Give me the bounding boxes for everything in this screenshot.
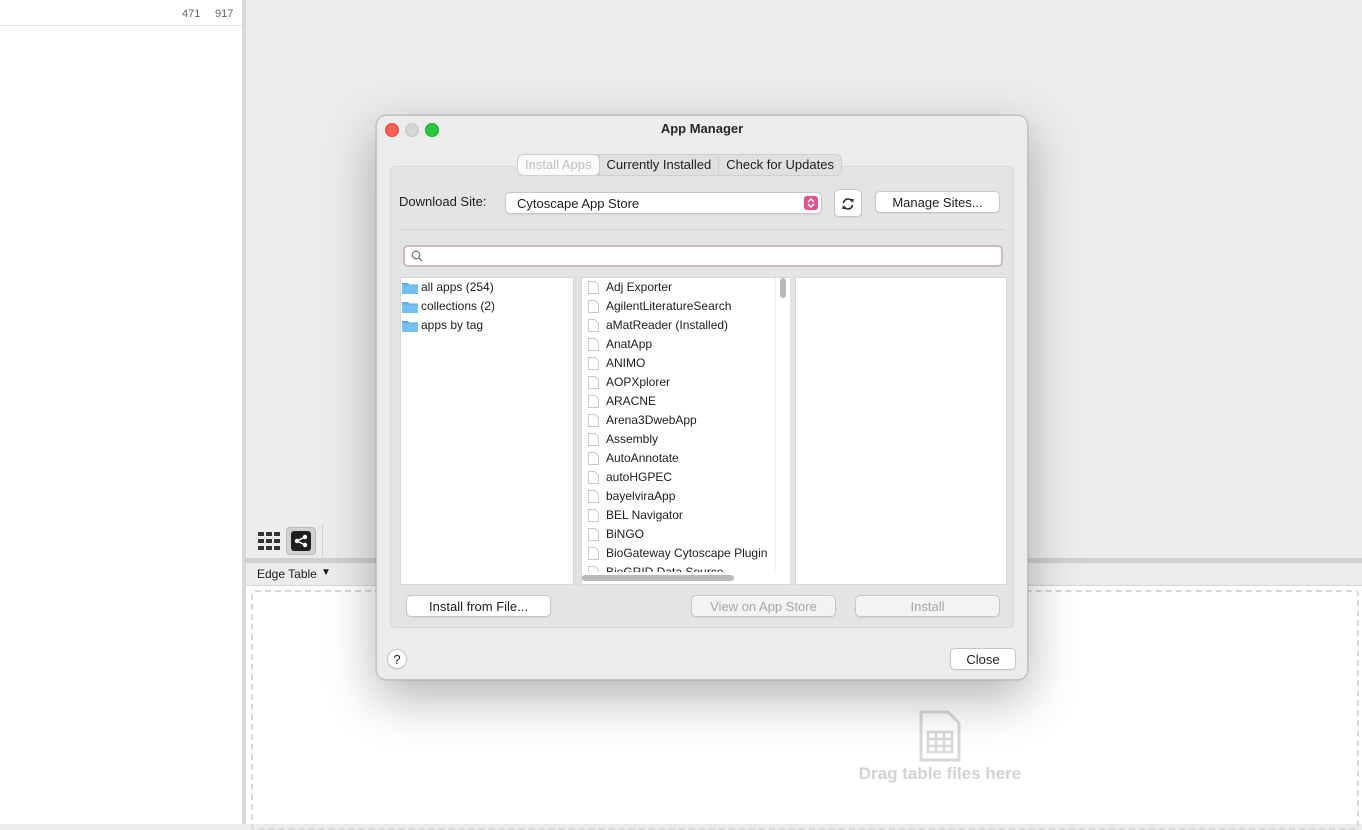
app-list-item[interactable]: bayelviraApp — [582, 487, 790, 506]
install-button[interactable]: Install — [855, 595, 1000, 617]
app-list-item[interactable]: AOPXplorer — [582, 373, 790, 392]
app-list-item[interactable]: autoHGPEC — [582, 468, 790, 487]
app-manager-dialog: App Manager Install Apps Currently Insta… — [376, 115, 1028, 680]
document-icon — [588, 338, 599, 351]
refresh-icon — [842, 198, 854, 210]
app-list-item[interactable]: Arena3DwebApp — [582, 411, 790, 430]
table-file-icon — [918, 710, 962, 765]
app-list-item[interactable]: BiNGO — [582, 525, 790, 544]
category-tree[interactable]: all apps (254) collections (2) apps by t… — [400, 277, 574, 585]
app-name: AnatApp — [606, 337, 653, 351]
document-icon — [588, 547, 599, 560]
network-share-icon[interactable] — [286, 527, 316, 555]
chevron-down-icon[interactable]: ▼ — [321, 567, 331, 578]
drop-hint: Drag table files here — [858, 764, 1022, 783]
document-icon — [588, 452, 599, 465]
tree-item-all-apps[interactable]: all apps (254) — [401, 278, 573, 297]
app-name: aMatReader (Installed) — [606, 318, 729, 332]
row-value-2: 917 — [215, 8, 234, 20]
document-icon — [588, 281, 599, 294]
app-name: bayelviraApp — [606, 489, 676, 503]
document-icon — [588, 376, 599, 389]
download-site-value: Cytoscape App Store — [517, 196, 640, 211]
tree-item-apps-by-tag[interactable]: apps by tag — [401, 316, 573, 335]
app-list-item[interactable]: Adj Exporter — [582, 278, 790, 297]
document-icon — [588, 357, 599, 370]
app-list-item[interactable]: AnatApp — [582, 335, 790, 354]
grid-view-icon[interactable] — [254, 527, 284, 555]
scrollbar-thumb[interactable] — [780, 278, 786, 298]
document-icon — [588, 471, 599, 484]
app-name: Arena3DwebApp — [606, 413, 697, 427]
document-icon — [588, 528, 599, 541]
app-list-item[interactable]: AgilentLiteratureSearch — [582, 297, 790, 316]
folder-icon — [402, 321, 418, 332]
app-list-item[interactable]: AutoAnnotate — [582, 449, 790, 468]
app-name: AOPXplorer — [606, 375, 671, 389]
row-value-1: 471 — [182, 8, 201, 20]
app-name: ARACNE — [606, 394, 657, 408]
tab-bar: Install Apps Currently Installed Check f… — [517, 154, 842, 176]
help-button[interactable]: ? — [387, 649, 407, 669]
app-list-item[interactable]: BioGateway Cytoscape Plugin — [582, 544, 790, 563]
tab-install-apps[interactable]: Install Apps — [518, 155, 599, 175]
app-list-item[interactable]: ARACNE — [582, 392, 790, 411]
tab-currently-installed[interactable]: Currently Installed — [598, 155, 719, 175]
app-name: BioGateway Cytoscape Plugin — [606, 546, 768, 560]
close-button[interactable]: Close — [950, 648, 1016, 670]
app-list-item[interactable]: ANIMO — [582, 354, 790, 373]
dialog-title: App Manager — [660, 121, 744, 136]
manage-sites-button[interactable]: Manage Sites... — [875, 191, 1000, 213]
chevron-updown-icon — [804, 196, 818, 210]
app-list-vertical-scrollbar[interactable] — [775, 278, 791, 570]
view-on-app-store-button[interactable]: View on App Store — [691, 595, 836, 617]
tab-check-for-updates[interactable]: Check for Updates — [718, 155, 841, 175]
toolbar-divider — [322, 524, 323, 558]
search-icon — [411, 250, 423, 262]
refresh-button[interactable] — [834, 189, 862, 217]
download-site-label: Download Site: — [399, 194, 487, 209]
app-name: ANIMO — [606, 356, 646, 370]
folder-icon — [402, 302, 418, 313]
app-details-pane — [795, 277, 1007, 585]
left-panel — [0, 0, 242, 824]
document-icon — [588, 414, 599, 427]
app-name: Adj Exporter — [606, 280, 673, 294]
table-selector[interactable]: Edge Table — [257, 567, 317, 581]
app-list[interactable]: Adj Exporter AgilentLiteratureSearch aMatR… — [581, 277, 791, 585]
tree-item-collections[interactable]: collections (2) — [401, 297, 573, 316]
app-name: BEL Navigator — [606, 508, 683, 522]
app-name: autoHGPEC — [606, 470, 673, 484]
app-name: AutoAnnotate — [606, 451, 679, 465]
document-icon — [588, 490, 599, 503]
left-panel-row[interactable]: 471 917 — [0, 3, 242, 26]
separator — [401, 229, 1005, 230]
document-icon — [588, 509, 599, 522]
app-name: BiNGO — [606, 527, 645, 541]
folder-icon — [402, 283, 418, 294]
app-list-item[interactable]: Assembly — [582, 430, 790, 449]
document-icon — [588, 319, 599, 332]
document-icon — [588, 395, 599, 408]
app-list-item[interactable]: BEL Navigator — [582, 506, 790, 525]
search-input[interactable] — [403, 245, 1003, 267]
app-list-item[interactable]: aMatReader (Installed) — [582, 316, 790, 335]
install-from-file-button[interactable]: Install from File... — [406, 595, 551, 617]
scrollbar-thumb[interactable] — [582, 575, 734, 581]
app-name: Assembly — [606, 432, 659, 446]
document-icon — [588, 300, 599, 313]
app-name: AgilentLiteratureSearch — [606, 299, 732, 313]
download-site-select[interactable]: Cytoscape App Store — [505, 192, 822, 214]
app-list-horizontal-scrollbar[interactable] — [582, 572, 775, 584]
document-icon — [588, 433, 599, 446]
